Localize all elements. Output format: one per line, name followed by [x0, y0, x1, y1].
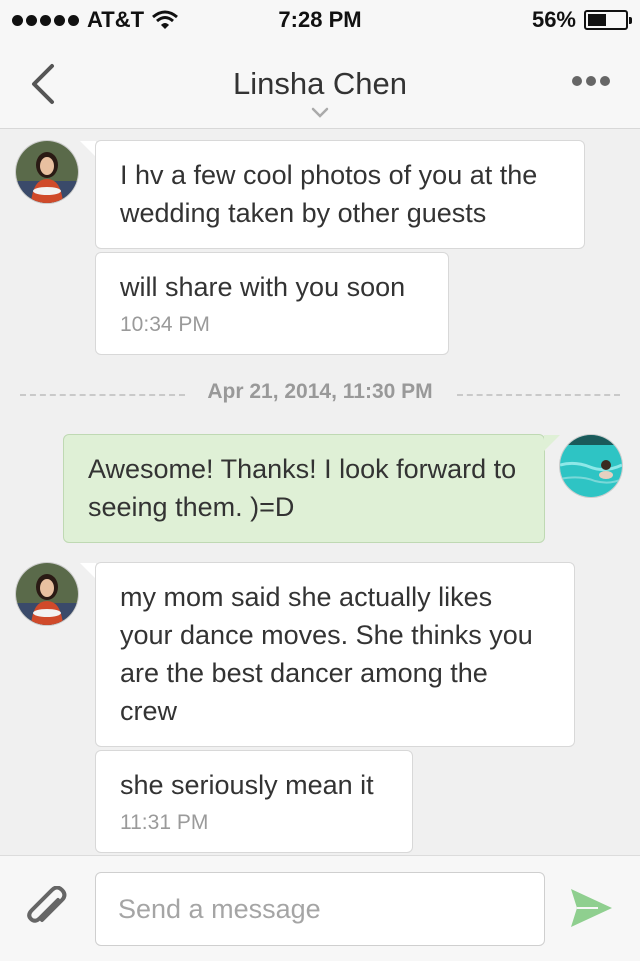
- nav-bar: Linsha Chen: [0, 40, 640, 129]
- message-composer: [0, 855, 640, 961]
- message-timestamp: 10:34 PM: [120, 313, 210, 336]
- more-options-button[interactable]: [572, 76, 610, 86]
- status-right: 56%: [531, 7, 632, 33]
- bubble-tail: [80, 563, 96, 579]
- bubble-tail: [80, 141, 96, 157]
- status-bar: AT&T 7:28 PM 56%: [0, 0, 640, 40]
- bubble-tail: [544, 435, 560, 451]
- message-timestamp: 11:31 PM: [120, 811, 209, 834]
- message-bubble-outgoing[interactable]: Awesome! Thanks! I look forward to seein…: [63, 434, 545, 543]
- paperclip-icon[interactable]: [24, 886, 70, 932]
- ellipsis-icon: [572, 76, 582, 86]
- my-avatar[interactable]: [560, 435, 622, 497]
- divider-line: [457, 394, 620, 396]
- send-icon[interactable]: [568, 886, 614, 930]
- chevron-down-icon[interactable]: [308, 106, 332, 120]
- message-input[interactable]: [95, 872, 545, 946]
- battery-icon: [584, 10, 632, 30]
- contact-avatar[interactable]: [16, 563, 78, 625]
- message-bubble-incoming[interactable]: she seriously mean it 11:31 PM: [95, 750, 413, 853]
- message-list[interactable]: I hv a few cool photos of you at the wed…: [0, 129, 640, 855]
- message-text: my mom said she actually likes your danc…: [120, 582, 533, 726]
- message-text: Awesome! Thanks! I look forward to seein…: [88, 454, 517, 522]
- message-text: will share with you soon: [120, 272, 406, 302]
- battery-percent: 56%: [531, 7, 576, 32]
- contact-avatar[interactable]: [16, 141, 78, 203]
- date-divider-label: Apr 21, 2014, 11:30 PM: [207, 380, 433, 403]
- message-bubble-incoming[interactable]: will share with you soon 10:34 PM: [95, 252, 449, 355]
- message-text: I hv a few cool photos of you at the wed…: [120, 160, 538, 228]
- date-divider: Apr 21, 2014, 11:30 PM: [20, 379, 620, 409]
- message-bubble-incoming[interactable]: my mom said she actually likes your danc…: [95, 562, 575, 747]
- message-bubble-incoming[interactable]: I hv a few cool photos of you at the wed…: [95, 140, 585, 249]
- message-text: she seriously mean it: [120, 770, 374, 800]
- conversation-title[interactable]: Linsha Chen: [0, 66, 640, 102]
